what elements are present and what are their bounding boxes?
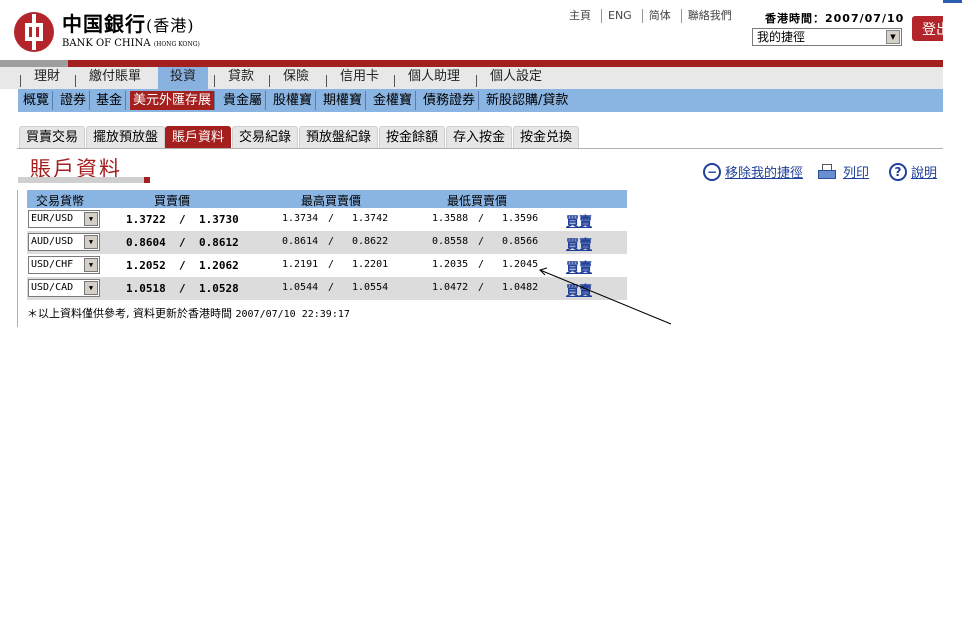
- browser-page: 中国銀行(香港) BANK OF CHINA (HONG KONG) 主頁 EN…: [0, 0, 943, 327]
- annotation-arrow: [539, 267, 672, 325]
